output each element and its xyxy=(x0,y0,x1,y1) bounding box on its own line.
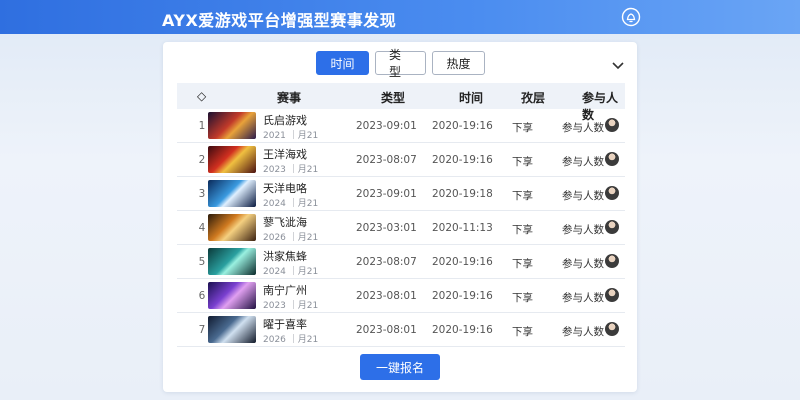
top-bar: AYX爱游戏平台增强型赛事发现 xyxy=(0,0,800,34)
game-date: 2023 ｜月21 xyxy=(263,165,319,175)
game-thumbnail xyxy=(208,146,256,173)
row-index: 2 xyxy=(198,154,206,166)
avatar[interactable] xyxy=(605,254,619,268)
participants-label: 参与人数 xyxy=(562,292,604,304)
sort-column-header[interactable]: ◇ xyxy=(197,89,206,103)
avatar[interactable] xyxy=(605,322,619,336)
column-level: 孜层 xyxy=(521,91,546,105)
sort-tabs: 时间 类型 热度 xyxy=(316,48,485,79)
game-type: 2023-08:07 xyxy=(356,256,417,268)
game-name[interactable]: 氏启游戏 xyxy=(263,112,307,128)
page-title: AYX爱游戏平台增强型赛事发现 xyxy=(162,11,397,30)
game-type: 2023-09:01 xyxy=(356,188,417,200)
game-name[interactable]: 南宁广州 xyxy=(263,282,307,298)
row-index: 3 xyxy=(198,188,206,200)
game-time: 2020-19:16 xyxy=(432,154,493,166)
column-time: 时间 xyxy=(459,91,484,105)
game-type: 2023-03:01 xyxy=(356,222,417,234)
game-date: 2024 ｜月21 xyxy=(263,267,319,277)
table-header: ◇ 赛事 类型 时间 孜层 参与人数 xyxy=(177,83,625,122)
avatar[interactable] xyxy=(605,186,619,200)
column-event: 赛事 xyxy=(277,91,302,105)
game-name[interactable]: 洪家焦蜂 xyxy=(263,248,307,264)
game-thumbnail xyxy=(208,248,256,275)
game-date: 2026 ｜月21 xyxy=(263,335,319,345)
register-button[interactable]: 一键报名 xyxy=(360,354,440,380)
table-row[interactable]: 3 天洋电咯 2024 ｜月21 2023-09:01 2020-19:18 下… xyxy=(177,177,625,211)
game-level: 下享 xyxy=(512,190,533,202)
participants-label: 参与人数 xyxy=(562,258,604,270)
game-name[interactable]: 王洋海戏 xyxy=(263,146,307,162)
column-type: 类型 xyxy=(381,91,406,105)
row-index: 1 xyxy=(198,120,206,132)
row-index: 6 xyxy=(198,290,206,302)
game-level: 下享 xyxy=(512,156,533,168)
game-level: 下享 xyxy=(512,292,533,304)
game-time: 2020-19:16 xyxy=(432,290,493,302)
events-table: 1 氏启游戏 2021 ｜月21 2023-09:01 2020-19:16 下… xyxy=(177,109,625,347)
table-row[interactable]: 7 曜于喜率 2026 ｜月21 2023-08:01 2020-19:16 下… xyxy=(177,313,625,347)
table-row[interactable]: 2 王洋海戏 2023 ｜月21 2023-08:07 2020-19:16 下… xyxy=(177,143,625,177)
game-time: 2020-11:13 xyxy=(432,222,493,234)
game-level: 下享 xyxy=(512,122,533,134)
events-card: 时间 类型 热度 ◇ 赛事 类型 时间 孜层 参与人数 1 氏启游戏 2021 … xyxy=(163,42,637,392)
game-time: 2020-19:16 xyxy=(432,324,493,336)
game-thumbnail xyxy=(208,282,256,309)
game-type: 2023-08:01 xyxy=(356,324,417,336)
game-type: 2023-08:07 xyxy=(356,154,417,166)
participants-label: 参与人数 xyxy=(562,224,604,236)
avatar[interactable] xyxy=(605,220,619,234)
avatar[interactable] xyxy=(605,118,619,132)
tab-time[interactable]: 时间 xyxy=(316,51,369,75)
avatar[interactable] xyxy=(605,152,619,166)
game-date: 2026 ｜月21 xyxy=(263,233,319,243)
tab-heat[interactable]: 热度 xyxy=(432,51,485,75)
game-thumbnail xyxy=(208,316,256,343)
game-thumbnail xyxy=(208,180,256,207)
row-index: 4 xyxy=(198,222,206,234)
game-date: 2021 ｜月21 xyxy=(263,131,319,141)
avatar[interactable] xyxy=(605,288,619,302)
game-name[interactable]: 天洋电咯 xyxy=(263,180,307,196)
game-time: 2020-19:16 xyxy=(432,120,493,132)
participants-label: 参与人数 xyxy=(562,122,604,134)
game-type: 2023-08:01 xyxy=(356,290,417,302)
participants-label: 参与人数 xyxy=(562,190,604,202)
row-index: 7 xyxy=(198,324,206,336)
game-name[interactable]: 曜于喜率 xyxy=(263,316,307,332)
table-row[interactable]: 4 蓼飞泚海 2026 ｜月21 2023-03:01 2020-11:13 下… xyxy=(177,211,625,245)
game-name[interactable]: 蓼飞泚海 xyxy=(263,214,307,230)
game-level: 下享 xyxy=(512,258,533,270)
game-date: 2023 ｜月21 xyxy=(263,301,319,311)
table-row[interactable]: 6 南宁广州 2023 ｜月21 2023-08:01 2020-19:16 下… xyxy=(177,279,625,313)
table-row[interactable]: 5 洪家焦蜂 2024 ｜月21 2023-08:07 2020-19:16 下… xyxy=(177,245,625,279)
game-type: 2023-09:01 xyxy=(356,120,417,132)
game-level: 下享 xyxy=(512,326,533,338)
game-level: 下享 xyxy=(512,224,533,236)
game-time: 2020-19:18 xyxy=(432,188,493,200)
bell-icon[interactable] xyxy=(621,7,641,27)
participants-label: 参与人数 xyxy=(562,326,604,338)
row-index: 5 xyxy=(198,256,206,268)
game-time: 2020-19:16 xyxy=(432,256,493,268)
tab-type[interactable]: 类型 xyxy=(375,48,426,79)
chevron-down-icon[interactable] xyxy=(611,56,625,70)
game-thumbnail xyxy=(208,214,256,241)
participants-label: 参与人数 xyxy=(562,156,604,168)
game-thumbnail xyxy=(208,112,256,139)
table-row[interactable]: 1 氏启游戏 2021 ｜月21 2023-09:01 2020-19:16 下… xyxy=(177,109,625,143)
game-date: 2024 ｜月21 xyxy=(263,199,319,209)
